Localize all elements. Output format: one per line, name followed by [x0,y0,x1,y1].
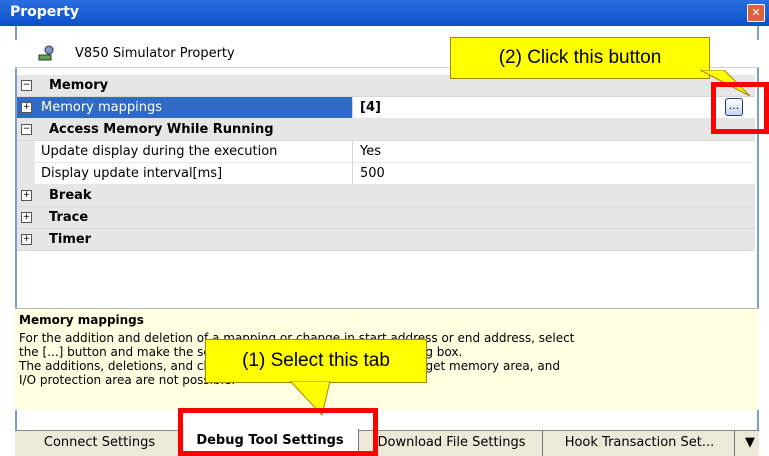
category-label: Break [49,188,92,203]
window-title: Property [10,4,80,20]
category-trace[interactable]: + Trace [17,207,755,229]
close-icon[interactable]: ✕ [747,4,765,22]
property-value: [4] [360,100,381,115]
category-label: Trace [49,210,89,225]
property-value[interactable]: 500 [360,166,385,181]
property-label: Memory mappings [41,100,163,115]
tab-label: Hook Transaction Set... [564,435,715,450]
expand-icon[interactable]: + [21,234,32,245]
expand-icon[interactable]: + [21,212,32,223]
tab-label: Download File Settings [377,435,526,450]
category-label: Memory [49,78,109,93]
property-update-display[interactable]: Update display during the execution Yes [17,141,755,163]
tab-bar: Connect Settings Debug Tool Settings Dow… [15,429,759,456]
category-label: Timer [49,232,92,247]
highlight-ellipsis-button [711,82,769,134]
tab-label: Connect Settings [43,435,156,450]
title-bar: Property ✕ [0,0,769,26]
property-grid: − Memory + Memory mappings [4] − Access … [17,75,755,255]
property-label: Update display during the execution [41,144,278,159]
collapse-icon[interactable]: − [21,124,32,135]
property-update-interval[interactable]: Display update interval[ms] 500 [17,163,755,185]
category-break[interactable]: + Break [17,185,755,207]
chevron-down-icon[interactable]: ▼ [745,435,755,450]
description-title: Memory mappings [19,313,144,327]
category-label: Access Memory While Running [49,122,274,137]
collapse-icon[interactable]: − [21,80,32,91]
tab-connect-settings[interactable]: Connect Settings [21,431,179,456]
property-memory-mappings[interactable]: + Memory mappings [4] [17,97,755,119]
callout-click-button: (2) Click this button [450,37,710,79]
simulator-icon [38,45,54,61]
tab-download-file-settings[interactable]: Download File Settings [361,431,543,456]
category-timer[interactable]: + Timer [17,229,755,251]
callout-select-tab: (1) Select this tab [205,339,427,383]
subheader-label: V850 Simulator Property [75,46,235,61]
tab-hook-transaction-settings[interactable]: Hook Transaction Set... [545,431,735,456]
property-value[interactable]: Yes [360,144,381,159]
category-access-memory[interactable]: − Access Memory While Running [17,119,755,141]
expand-icon[interactable]: + [21,102,32,113]
highlight-debug-tab [178,408,378,456]
property-label: Display update interval[ms] [41,166,223,181]
expand-icon[interactable]: + [21,190,32,201]
